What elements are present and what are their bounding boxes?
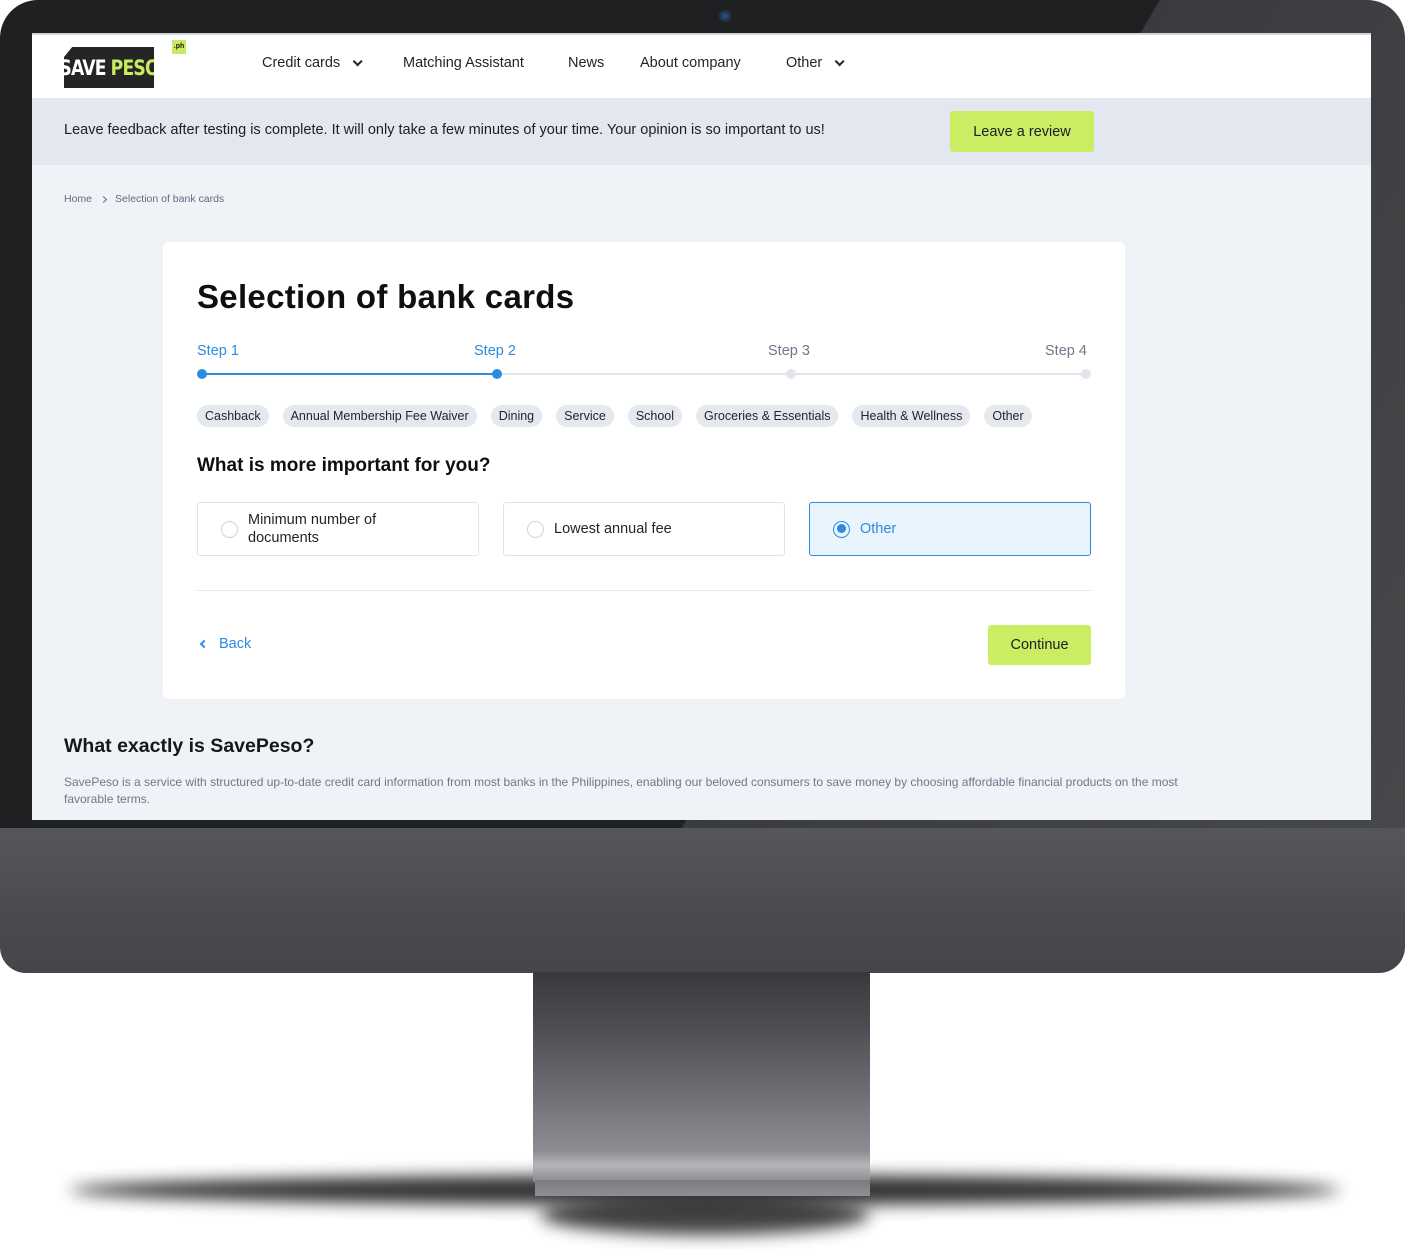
breadcrumb: Home Selection of bank cards	[64, 193, 224, 205]
radio-icon[interactable]	[527, 520, 544, 538]
option-label: Lowest annual fee	[554, 521, 672, 537]
chip-annual-fee-waiver[interactable]: Annual Membership Fee Waiver	[282, 405, 477, 427]
divider	[197, 590, 1091, 591]
wizard-card: Selection of bank cards Step 1 Step 2 St…	[163, 242, 1125, 699]
option-minimum-documents[interactable]: Minimum number of documents	[197, 502, 479, 556]
feedback-banner: Leave feedback after testing is complete…	[32, 98, 1371, 165]
top-nav: SAVE PESO .ph Credit cards Matching Assi…	[32, 35, 1371, 98]
monitor-chin	[0, 828, 1405, 973]
chip-groceries[interactable]: Groceries & Essentials	[696, 405, 839, 427]
step-2-dot	[491, 369, 502, 379]
continue-button[interactable]: Continue	[988, 625, 1091, 665]
progress-fill	[202, 373, 497, 375]
nav-other-label: Other	[786, 55, 823, 71]
category-chips: Cashback Annual Membership Fee Waiver Di…	[197, 405, 1032, 427]
about-heading: What exactly is SavePeso?	[64, 735, 315, 757]
option-label: Other	[860, 521, 897, 537]
step-1-label: Step 1	[197, 343, 239, 359]
breadcrumb-home[interactable]: Home	[64, 193, 92, 205]
chevron-down-icon	[352, 55, 363, 66]
nav-about-company[interactable]: About company	[640, 55, 741, 71]
camera-icon	[719, 10, 731, 22]
step-3-dot	[786, 369, 797, 379]
nav-matching-assistant[interactable]: Matching Assistant	[403, 55, 524, 71]
chip-school[interactable]: School	[627, 405, 683, 427]
stand-shadow	[540, 1195, 870, 1235]
nav-credit-cards-label: Credit cards	[262, 55, 341, 71]
radio-icon[interactable]	[221, 520, 238, 538]
monitor-stand-foot	[535, 1180, 870, 1196]
chip-cashback[interactable]: Cashback	[197, 405, 269, 427]
back-button[interactable]: Back	[199, 636, 252, 652]
chevron-right-icon	[99, 195, 108, 203]
screen: SAVE PESO .ph Credit cards Matching Assi…	[32, 33, 1371, 820]
logo-peso: PESO	[110, 55, 159, 80]
nav-about-company-label: About company	[640, 55, 741, 71]
monitor-stand	[533, 972, 870, 1182]
logo[interactable]: SAVE PESO	[64, 47, 155, 88]
chevron-down-icon	[834, 55, 845, 66]
radio-selected-icon[interactable]	[833, 520, 850, 538]
back-label: Back	[219, 636, 252, 652]
nav-credit-cards[interactable]: Credit cards	[262, 55, 363, 71]
chip-other[interactable]: Other	[984, 405, 1032, 427]
chevron-left-icon	[199, 639, 209, 649]
leave-review-button[interactable]: Leave a review	[950, 111, 1094, 152]
option-label: Minimum number of documents	[248, 512, 377, 546]
breadcrumb-current: Selection of bank cards	[115, 193, 225, 205]
nav-news[interactable]: News	[568, 55, 604, 71]
page-title: Selection of bank cards	[197, 278, 575, 315]
about-text: SavePeso is a service with structured up…	[64, 775, 1178, 806]
option-other[interactable]: Other	[809, 502, 1091, 556]
logo-tld-badge: .ph	[172, 40, 186, 54]
chip-health-wellness[interactable]: Health & Wellness	[852, 405, 971, 427]
step-4-label: Step 4	[1045, 343, 1087, 359]
nav-other[interactable]: Other	[786, 55, 845, 71]
option-lowest-annual-fee[interactable]: Lowest annual fee	[503, 502, 785, 556]
step-3-label: Step 3	[768, 343, 810, 359]
chip-service[interactable]: Service	[556, 405, 614, 427]
logo-save: SAVE	[59, 55, 107, 80]
feedback-banner-text: Leave feedback after testing is complete…	[64, 122, 825, 138]
step-4-dot	[1081, 369, 1091, 379]
step-1-dot	[197, 369, 207, 379]
nav-news-label: News	[568, 55, 605, 71]
step-2-label: Step 2	[474, 343, 516, 359]
chip-dining[interactable]: Dining	[490, 405, 543, 427]
question-heading: What is more important for you?	[197, 455, 491, 476]
nav-matching-assistant-label: Matching Assistant	[403, 55, 524, 71]
